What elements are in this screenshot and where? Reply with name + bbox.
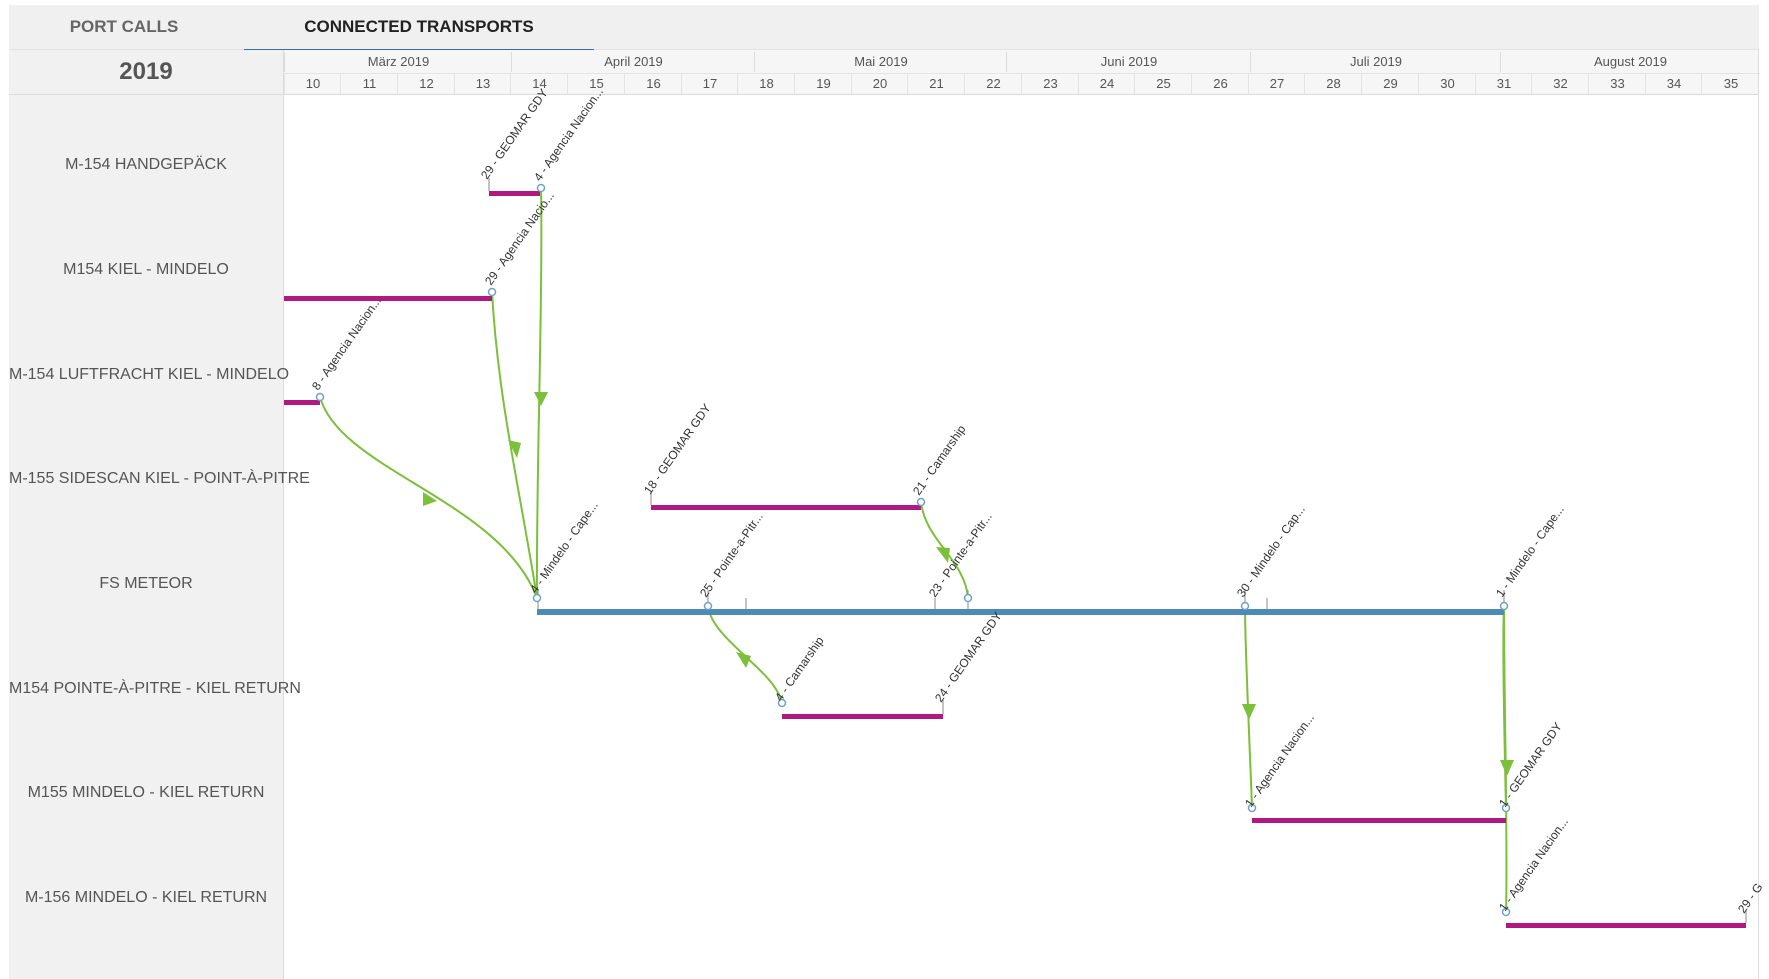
bar-m154-kiel-mindelo[interactable] [284,296,492,301]
port-marker[interactable] [315,392,325,402]
connector-arrow-icon [736,652,751,668]
port-label: 29 - G [1735,880,1766,915]
bar-m154-handgepaeck[interactable] [489,191,540,196]
port-label: 24 - GEOMAR GDY [932,609,1005,704]
port-label: 1 - Mindelo - Cape... [1493,503,1567,600]
port-marker[interactable] [1499,601,1509,611]
bar-m156-return[interactable] [1506,923,1746,928]
port-label: 29 - Agencia Nacio... [482,189,557,288]
connector-arrow-icon [1500,760,1514,776]
port-marker[interactable] [1240,601,1250,611]
port-marker[interactable] [487,287,497,297]
connector-arrow-icon [1242,704,1256,720]
port-label: 21 - Camarship [910,422,969,497]
bar-m155-sidescan[interactable] [651,505,921,510]
port-label: 4 - Camarship [772,634,827,704]
port-label: 1 - Agencia Nacion... [1242,711,1317,810]
port-label: 30 - Mindelo - Cap... [1234,503,1308,600]
bar-m155-return[interactable] [1252,818,1506,823]
connector-arrow-icon [508,440,521,458]
gantt-chart: 29 - GEOMAR GDY 4 - Agencia Nacion... 29… [284,85,1766,928]
port-label: 25 - Pointe-a-Pitr... [697,510,766,600]
bar-m154-luftfracht[interactable] [284,400,320,405]
port-label: 8 - Agencia Nacion... [309,294,384,393]
port-marker[interactable] [963,593,973,603]
port-marker[interactable] [916,497,926,507]
port-label: 23 - Pointe-a-Pitr... [926,510,995,600]
connector-arrow-icon [534,392,548,406]
port-marker[interactable] [703,601,713,611]
bar-fs-meteor[interactable] [537,609,1504,615]
port-label: 18 - GEOMAR GDY [641,401,714,496]
bar-m154-return[interactable] [782,714,943,719]
